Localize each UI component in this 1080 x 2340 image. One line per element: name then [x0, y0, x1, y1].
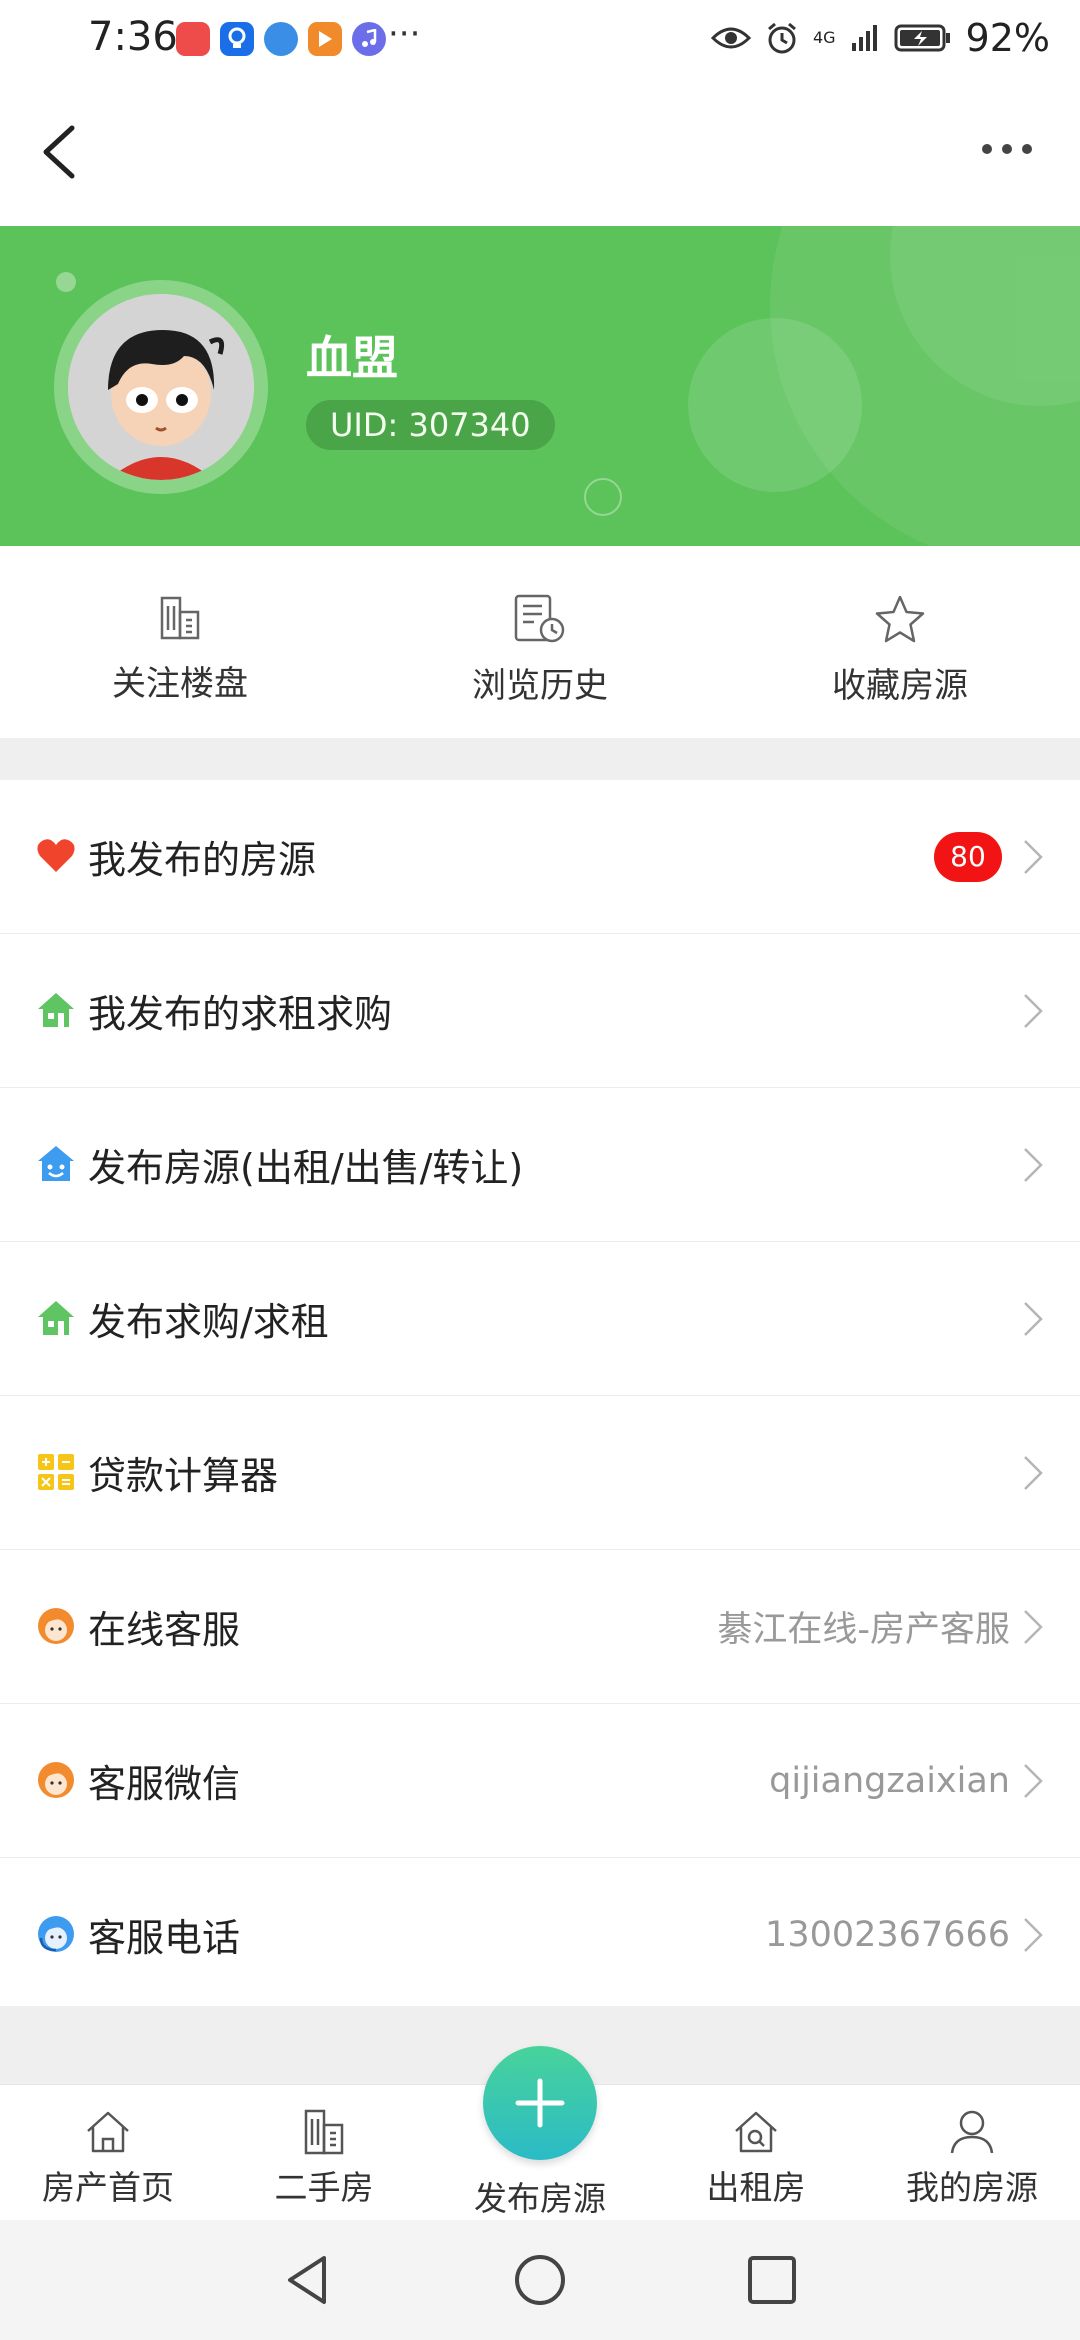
avatar[interactable] [54, 280, 268, 494]
nav-back-icon[interactable] [280, 2252, 336, 2308]
alarm-icon [767, 22, 796, 54]
music-app-icon [352, 22, 386, 56]
status-time: 7:36 [88, 14, 178, 60]
tab-my-listings[interactable]: 我的房源 [864, 2085, 1080, 2221]
menu-item-publish-request[interactable]: 发布求购/求租 [0, 1242, 1080, 1396]
calculator-icon [38, 1454, 74, 1490]
nav-recents-icon[interactable] [744, 2252, 800, 2308]
publish-fab-button[interactable] [483, 2046, 597, 2160]
menu-item-service-wechat[interactable]: 客服微信 qijiangzaixian [0, 1704, 1080, 1858]
headset-agent-icon [38, 1916, 74, 1952]
tab-publish-label[interactable]: 发布房源 [432, 2172, 648, 2220]
service-agent-icon [38, 1762, 74, 1798]
more-options-button[interactable] [982, 134, 1042, 164]
dot-icon [982, 144, 992, 154]
nav-home-icon[interactable] [512, 2252, 568, 2308]
dot-icon [1022, 144, 1032, 154]
back-arrow-icon [43, 125, 75, 179]
chevron-right-icon [1024, 994, 1043, 1028]
chevron-right-icon [1024, 840, 1043, 874]
chevron-right-icon [1024, 1456, 1043, 1490]
tab-label: 出租房 [706, 2168, 806, 2207]
decor-circle [688, 318, 862, 492]
quick-action-label: 关注楼盘 [112, 664, 248, 704]
menu-item-title: 发布求购/求租 [88, 1300, 329, 1344]
menu-item-title: 贷款计算器 [88, 1454, 279, 1498]
menu-item-my-requests[interactable]: 我发布的求租求购 [0, 934, 1080, 1088]
battery-level: 92% [965, 16, 1050, 60]
count-badge: 80 [934, 832, 1002, 882]
star-icon [875, 595, 925, 643]
building-icon [304, 2109, 344, 2155]
uid-badge: UID: 307340 [306, 400, 555, 450]
chevron-right-icon [1024, 1610, 1043, 1644]
menu-item-title: 在线客服 [88, 1608, 241, 1652]
profile-header: 血盟 UID: 307340 [0, 226, 1080, 546]
battery-icon [894, 24, 950, 52]
notification-icons [176, 22, 386, 56]
back-button[interactable] [40, 122, 90, 188]
quick-action-label: 浏览历史 [472, 666, 608, 706]
menu-item-title: 我发布的房源 [88, 838, 317, 882]
menu-item-my-listings[interactable]: 我发布的房源 80 [0, 780, 1080, 934]
tab-home[interactable]: 房产首页 [0, 2085, 216, 2221]
dot-icon [1002, 144, 1012, 154]
more-notifications: ··· [388, 14, 421, 54]
quick-action-followed-buildings[interactable]: 关注楼盘 [0, 546, 360, 738]
video-app-icon [308, 22, 342, 56]
tab-second-hand[interactable]: 二手房 [216, 2085, 432, 2221]
house-outline-icon [87, 2111, 129, 2153]
heart-icon [37, 839, 75, 872]
house-search-icon [735, 2111, 777, 2153]
quick-action-browse-history[interactable]: 浏览历史 [360, 546, 720, 738]
menu-item-title: 发布房源(出租/出售/转让) [88, 1146, 524, 1190]
menu-item-service-phone[interactable]: 客服电话 13002367666 [0, 1858, 1080, 2012]
user-icon [950, 2110, 994, 2154]
service-agent-icon [38, 1608, 74, 1644]
menu-item-title: 我发布的求租求购 [88, 992, 393, 1036]
menu-item-publish-listing[interactable]: 发布房源(出租/出售/转让) [0, 1088, 1080, 1242]
history-document-icon [514, 594, 565, 643]
menu-item-title: 客服微信 [88, 1762, 241, 1806]
plus-icon [515, 2078, 565, 2128]
menu-item-online-service[interactable]: 在线客服 綦江在线-房产客服 [0, 1550, 1080, 1704]
menu-item-title: 客服电话 [88, 1916, 241, 1960]
menu-item-value: qijiangzaixian [769, 1760, 1010, 1801]
quick-action-label: 收藏房源 [832, 666, 968, 706]
network-type: 4G [812, 28, 836, 47]
bulb-app-icon [220, 22, 254, 56]
chevron-right-icon [1024, 1302, 1043, 1336]
decor-dot [56, 272, 76, 292]
browser-app-icon [264, 22, 298, 56]
decor-ring [584, 478, 622, 516]
status-right: 4G 92% [710, 16, 1050, 60]
status-bar: 7:36 ··· 4G 92% [0, 0, 1080, 84]
chevron-right-icon [1024, 1764, 1043, 1798]
section-divider [0, 738, 1080, 780]
tab-rent[interactable]: 出租房 [648, 2085, 864, 2221]
eye-icon [710, 27, 751, 49]
menu-item-value: 綦江在线-房产客服 [717, 1610, 1010, 1650]
tab-label: 房产首页 [42, 2168, 174, 2207]
chevron-right-icon [1024, 1148, 1043, 1182]
signal-icon [851, 25, 877, 51]
tab-label: 二手房 [274, 2168, 374, 2207]
system-nav-bar [0, 2220, 1080, 2340]
quick-action-saved-listings[interactable]: 收藏房源 [720, 546, 1080, 738]
house-icon [38, 993, 74, 1027]
username: 血盟 [306, 331, 398, 385]
building-icon [160, 596, 200, 640]
menu-list: 我发布的房源 80 我发布的求租求购 发布房源(出租/出售/转让) 发布求购/求… [0, 780, 1080, 2012]
top-nav [0, 84, 1080, 226]
menu-item-value: 13002367666 [765, 1914, 1010, 1955]
house-icon [38, 1301, 74, 1335]
avatar-image [68, 294, 254, 480]
menu-item-loan-calculator[interactable]: 贷款计算器 [0, 1396, 1080, 1550]
chevron-right-icon [1024, 1918, 1043, 1952]
smiling-house-icon [38, 1146, 74, 1181]
store-app-icon [176, 22, 210, 56]
tab-label: 我的房源 [906, 2168, 1038, 2207]
quick-actions: 关注楼盘 浏览历史 收藏房源 [0, 546, 1080, 738]
